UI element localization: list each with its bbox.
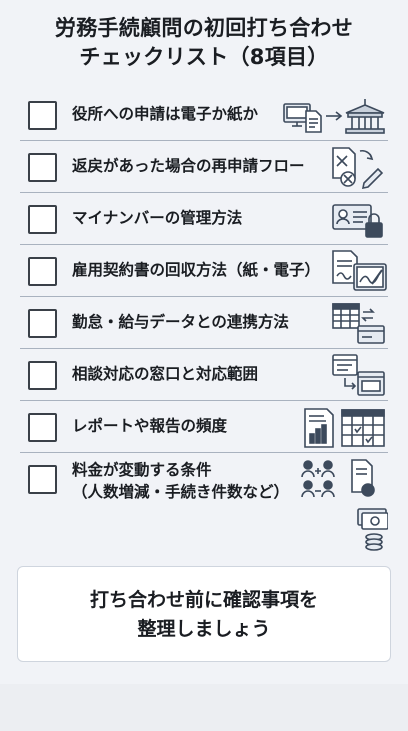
checklist-item-1: 役所への申請は電子か紙か (20, 89, 388, 141)
checklist-item-label: 料金が変動する条件 （人数増減・手続き件数など） (72, 459, 289, 503)
checklist-item-6: 相談対応の窓口と対応範囲 (20, 349, 388, 401)
checklist-item-label: マイナンバーの管理方法 (72, 209, 243, 227)
attendance-payroll-sync-icon (332, 303, 385, 344)
report-frequency-icon (304, 408, 385, 448)
checklist-item-4: 雇用契約書の回収方法（紙・電子） (20, 245, 388, 297)
consultation-window-icon (332, 354, 385, 396)
checklist-item-label: レポートや報告の頻度 (72, 417, 228, 435)
electronic-or-paper-icon (283, 99, 385, 134)
checkbox[interactable] (28, 413, 57, 442)
checkbox[interactable] (28, 309, 57, 338)
footer-area (0, 684, 408, 731)
checklist-item-label-line-2: （人数増減・手続き件数など） (72, 483, 290, 501)
checklist-item-5: 勤怠・給与データとの連携方法 (20, 297, 388, 349)
checkbox[interactable] (28, 361, 57, 390)
title-line-2: チェックリスト（8項目） (79, 45, 329, 69)
id-card-lock-icon (332, 204, 383, 238)
checkbox[interactable] (28, 257, 57, 286)
checklist-item-label: 勤怠・給与データとの連携方法 (72, 313, 289, 331)
checkbox[interactable] (28, 101, 57, 130)
checklist-item-label: 雇用契約書の回収方法（紙・電子） (72, 261, 321, 279)
checklist-item-2: 返戻があった場合の再申請フロー (20, 141, 388, 193)
checklist-item-label: 返戻があった場合の再申請フロー (72, 157, 305, 175)
checklist-item-label-line-1: 料金が変動する条件 (72, 461, 212, 479)
reminder-line-2: 整理しましょう (137, 618, 271, 640)
checklist-item-8: 料金が変動する条件 （人数増減・手続き件数など） (20, 453, 388, 553)
checklist-item-label: 役所への申請は電子か紙か (72, 105, 259, 123)
checkbox[interactable] (28, 205, 57, 234)
checklist-item-3: マイナンバーの管理方法 (20, 193, 388, 245)
reminder-box: 打ち合わせ前に確認事項を 整理しましょう (17, 566, 391, 662)
checkbox[interactable] (28, 465, 57, 494)
fee-conditions-icon (301, 459, 388, 551)
title-line-1: 労務手続顧問の初回打ち合わせ (54, 16, 354, 40)
checklist-item-label: 相談対応の窓口と対応範囲 (72, 365, 259, 383)
checklist-item-7: レポートや報告の頻度 (20, 401, 388, 453)
reminder-line-1: 打ち合わせ前に確認事項を (89, 589, 318, 611)
checkbox[interactable] (28, 153, 57, 182)
checklist: 役所への申請は電子か紙か 返戻があった場合の再申請フロー マイナンバーの管理方法… (20, 89, 388, 553)
reapplication-icon (332, 147, 384, 189)
page-title: 労務手続顧問の初回打ち合わせ チェックリスト（8項目） (0, 14, 408, 72)
contract-icon (332, 250, 387, 291)
